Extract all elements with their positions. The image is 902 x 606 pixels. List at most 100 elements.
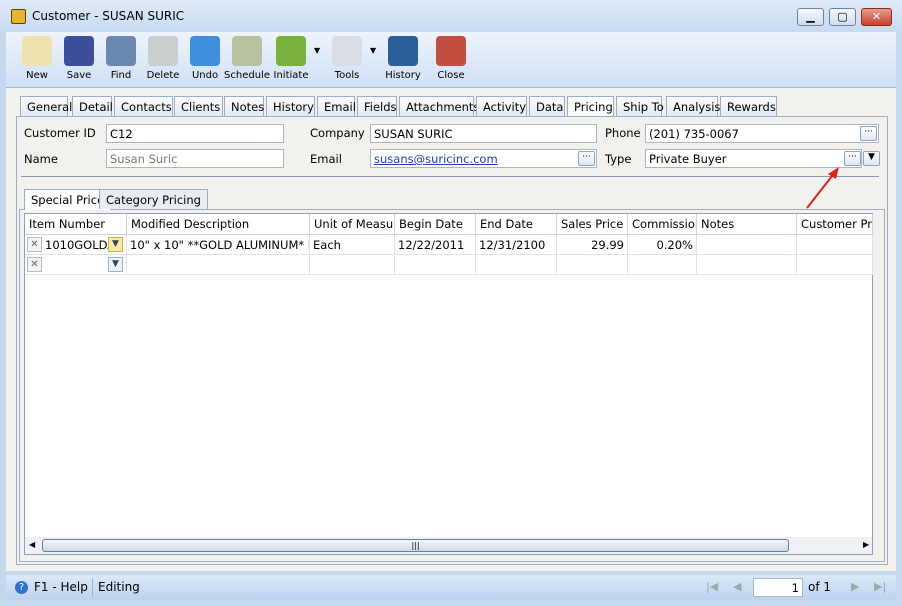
item-dropdown-icon[interactable]: ▼ [108,237,123,252]
toolbar-history-button[interactable]: History [378,34,428,81]
toolbar-close-button[interactable]: Close [426,34,476,81]
company-field[interactable]: SUSAN SURIC [370,124,597,143]
table-cell[interactable] [395,255,476,275]
table-cell[interactable] [797,255,873,275]
table-cell[interactable] [797,235,873,255]
toolbar-initiate-button[interactable]: Initiate [266,34,316,81]
phone-field[interactable]: (201) 735-0067 [645,124,879,143]
company-label: Company [310,126,365,140]
column-header[interactable]: Commission [628,214,697,235]
table-cell[interactable] [476,255,557,275]
name-field[interactable]: Susan Suric [106,149,284,168]
column-header[interactable]: Sales Price [557,214,628,235]
app-icon [11,9,26,24]
type-more-button[interactable]: ··· [844,151,861,166]
toolbar-label: New [26,70,48,81]
column-header[interactable]: Item Number [25,214,127,235]
toolbar-label: History [385,70,421,81]
table-row[interactable]: ✕ 1010GOLDAL ▼ 10" x 10" **GOLD ALUMINUM* E… [25,235,873,255]
delete-row-icon[interactable]: ✕ [27,237,42,252]
toolbar: New Save Find Delete Undo Schedule Initiate Too… [6,32,896,88]
toolbar-label: Tools [334,70,360,81]
email-field[interactable]: susans@suricinc.com [370,149,597,168]
toolbar-label: Initiate [273,70,309,81]
item-dropdown-icon[interactable]: ▼ [108,257,123,272]
table-cell[interactable] [310,255,395,275]
tab-clients[interactable]: Clients [174,96,223,117]
table-cell[interactable]: 0.20% [628,235,697,255]
table-cell[interactable]: 10" x 10" **GOLD ALUMINUM* Engra [127,235,310,255]
help-icon[interactable]: ? [15,581,28,594]
column-header[interactable]: Modified Description [127,214,310,235]
phone-more-button[interactable]: ··· [860,126,877,141]
table-cell[interactable] [557,255,628,275]
next-record-icon[interactable]: ▶ [851,580,859,593]
tab-fields[interactable]: Fields [357,96,397,117]
delete-row-icon[interactable]: ✕ [27,257,42,272]
phone-label: Phone [605,126,641,140]
scroll-thumb[interactable]: ||| [42,539,789,552]
tab-data[interactable]: Data [529,96,565,117]
tab-general[interactable]: General [20,96,72,117]
table-cell[interactable] [628,255,697,275]
table-cell[interactable] [127,255,310,275]
customer-id-field[interactable]: C12 [106,124,284,143]
previous-record-icon[interactable]: ◀ [733,580,741,593]
tab-pricing[interactable]: Pricing [567,96,614,118]
table-cell[interactable] [697,255,797,275]
table-cell[interactable]: 12/31/2100 [476,235,557,255]
table-cell[interactable]: 12/22/2011 [395,235,476,255]
divider [21,176,879,177]
table-cell[interactable] [697,235,797,255]
column-header[interactable]: Customer Prod [797,214,873,235]
help-label[interactable]: F1 - Help [34,580,88,594]
recycle-bin-icon [148,36,178,66]
table-cell[interactable]: 29.99 [557,235,628,255]
column-header[interactable]: Notes [697,214,797,235]
type-dropdown-button[interactable]: ▼ [863,151,880,166]
tab-contacts[interactable]: Contacts [114,96,173,117]
last-record-icon[interactable]: ▶| [874,580,886,593]
table-cell[interactable]: Each [310,235,395,255]
tab-ship-to[interactable]: Ship To [616,96,664,117]
dropdown-arrow-icon[interactable]: ▼ [314,46,320,55]
tab-history[interactable]: History [266,96,315,117]
tab-activity[interactable]: Activity [476,96,527,117]
toolbar-label: Find [110,70,132,81]
page-count: of 1 [808,580,832,594]
title-bar: Customer - SUSAN SURIC ▁ ▢ ✕ [0,0,902,32]
horizontal-scrollbar[interactable]: ◀ ||| ▶ [25,537,872,554]
tab-analysis[interactable]: Analysis [666,96,720,117]
column-header[interactable]: Begin Date [395,214,476,235]
toolbar-label: Delete [146,70,180,81]
maximize-button[interactable]: ▢ [829,8,856,26]
tab-attachments[interactable]: Attachments [399,96,479,117]
scroll-right-icon[interactable]: ▶ [863,540,869,549]
toolbar-label: Schedule [224,70,270,81]
table-cell[interactable]: ✕ 1010GOLDAL ▼ [25,235,127,255]
scroll-left-icon[interactable]: ◀ [29,540,35,549]
undo-arrow-icon [190,36,220,66]
toolbar-tools-button[interactable]: Tools [322,34,372,81]
status-bar: ? F1 - Help Editing |◀ ◀ 1 of 1 ▶ ▶| [6,575,896,600]
column-header[interactable]: Unit of Measure [310,214,395,235]
window-title: Customer - SUSAN SURIC [32,9,185,23]
table-row[interactable]: ✕ ▼ [25,255,873,275]
first-record-icon[interactable]: |◀ [706,580,718,593]
page-input[interactable]: 1 [753,578,803,597]
subtab-category-pricing[interactable]: Category Pricing [99,189,208,209]
traffic-light-icon [276,36,306,66]
tab-email[interactable]: Email [317,96,356,117]
minimize-button[interactable]: ▁ [797,8,824,26]
status-text: Editing [98,580,140,594]
close-window-button[interactable]: ✕ [861,8,892,26]
dropdown-arrow-icon[interactable]: ▼ [370,46,376,55]
email-more-button[interactable]: ··· [578,151,595,166]
tab-detail[interactable]: Detail [72,96,113,117]
tab-notes[interactable]: Notes [224,96,264,117]
table-cell[interactable]: ✕ ▼ [25,255,127,275]
email-label: Email [310,152,342,166]
column-header[interactable]: End Date [476,214,557,235]
toolbar-schedule-button[interactable]: Schedule [222,34,272,81]
tab-rewards[interactable]: Rewards [720,96,777,117]
